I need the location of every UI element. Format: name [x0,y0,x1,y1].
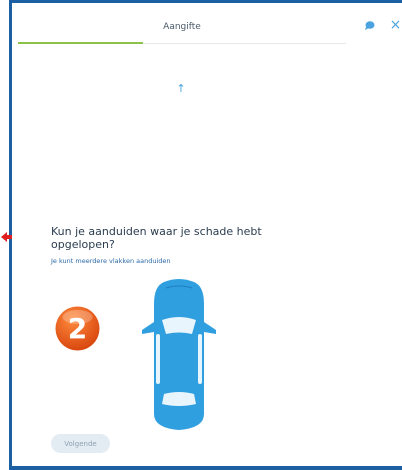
right-side-window [198,334,202,384]
question-hint: Je kunt meerdere vlakken aanduiden [51,257,171,265]
car-body [154,279,204,430]
left-mirror [142,322,154,334]
page-title: Aangifte [163,22,201,32]
up-arrow-icon: ↑ [176,82,186,95]
right-mirror [204,322,216,334]
left-side-window [156,334,160,384]
windshield [162,317,196,334]
progress-bar [18,42,143,44]
top-frame-border [9,0,402,3]
bottom-frame-border [9,466,402,470]
step-number: 2 [68,312,87,345]
red-arrow-icon [1,232,12,242]
step-number-badge: 2 [55,306,100,351]
car-top-view[interactable] [134,276,224,432]
close-icon[interactable]: × [389,18,402,32]
rear-window [162,392,196,406]
next-button[interactable]: Volgende [51,434,110,453]
question-title: Kun je aanduiden waar je schade hebt opg… [51,225,262,251]
chat-bubble-icon[interactable] [365,21,375,30]
